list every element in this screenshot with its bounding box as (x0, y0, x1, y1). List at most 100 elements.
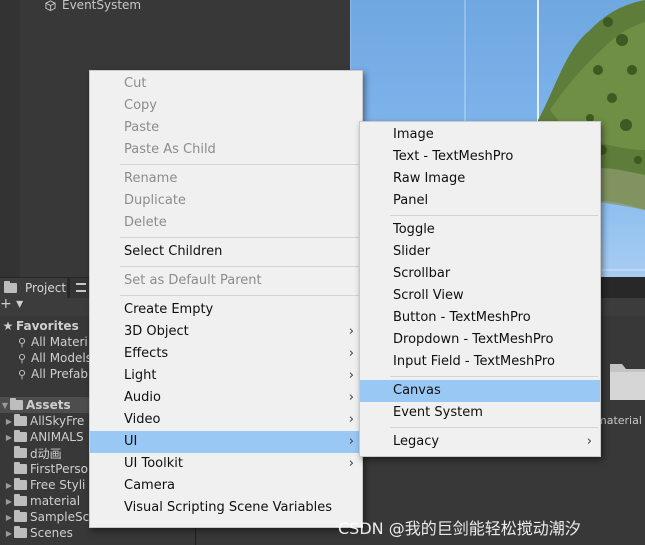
console-icon (76, 283, 86, 292)
menu-item-effects[interactable]: Effects › (90, 343, 362, 365)
favorite-item[interactable]: ⚲ All Prefab (18, 366, 88, 382)
submenu-arrow-icon: › (348, 368, 354, 383)
expand-arrow-icon[interactable]: ▶ (4, 529, 14, 538)
hierarchy-context-menu: Cut Copy Paste Paste As Child Rename Dup… (89, 70, 363, 528)
menu-separator (390, 215, 598, 216)
menu-item-paste-as-child[interactable]: Paste As Child (90, 139, 362, 161)
expand-arrow-icon[interactable]: ▶ (4, 417, 14, 426)
grid-folder-label[interactable]: material (596, 414, 642, 427)
favorite-item-label: All Materi (31, 335, 88, 349)
folder-icon (14, 430, 27, 442)
submenu-arrow-icon: › (586, 434, 592, 449)
menu-item-copy[interactable]: Copy (90, 95, 362, 117)
expand-arrow-icon[interactable]: ▶ (4, 497, 14, 506)
menu-separator (120, 295, 360, 296)
submenu-arrow-icon: › (348, 390, 354, 405)
menu-item-scroll-view[interactable]: Scroll View (360, 285, 600, 307)
menu-item-raw-image[interactable]: Raw Image (360, 168, 600, 190)
menu-item-audio[interactable]: Audio › (90, 387, 362, 409)
folder-icon (14, 462, 27, 474)
folder-icon (14, 414, 27, 426)
folder-icon (4, 281, 17, 293)
menu-item-legacy[interactable]: Legacy › (360, 431, 600, 453)
ui-submenu: Image Text - TextMeshPro Raw Image Panel… (359, 121, 601, 457)
folder-icon (14, 494, 27, 506)
menu-separator (390, 427, 598, 428)
menu-item-select-children[interactable]: Select Children (90, 241, 362, 263)
asset-folder-row[interactable]: d动画 (4, 445, 62, 461)
assets-label: Assets (26, 398, 71, 412)
menu-item-create-empty[interactable]: Create Empty (90, 299, 362, 321)
folder-icon (14, 526, 27, 538)
menu-item-event-system[interactable]: Event System (360, 402, 600, 424)
menu-item-canvas[interactable]: Canvas (360, 380, 600, 402)
asset-folder-label: Scenes (30, 526, 73, 540)
menu-item-panel[interactable]: Panel (360, 190, 600, 212)
menu-item-rename[interactable]: Rename (90, 168, 362, 190)
asset-folder-label: material (30, 494, 81, 508)
menu-separator (120, 164, 360, 165)
menu-item-scrollbar[interactable]: Scrollbar (360, 263, 600, 285)
menu-item-camera[interactable]: Camera (90, 475, 362, 497)
menu-item-toggle[interactable]: Toggle (360, 219, 600, 241)
create-dropdown-button[interactable]: + ▾ (0, 296, 23, 312)
expand-arrow-icon[interactable]: ▶ (4, 433, 14, 442)
tab-project[interactable]: Project (0, 278, 67, 298)
menu-item-dropdown-textmeshpro[interactable]: Dropdown - TextMeshPro (360, 329, 600, 351)
menu-item-image[interactable]: Image (360, 124, 600, 146)
menu-item-duplicate[interactable]: Duplicate (90, 190, 362, 212)
menu-item-light[interactable]: Light › (90, 365, 362, 387)
favorite-item-label: All Prefab (31, 367, 88, 381)
menu-separator (120, 266, 360, 267)
menu-item-ui-toolkit[interactable]: UI Toolkit › (90, 453, 362, 475)
hierarchy-item-label: EventSystem (62, 0, 142, 12)
hierarchy-gutter (0, 0, 20, 277)
menu-item-visual-scripting-scene-variables[interactable]: Visual Scripting Scene Variables (90, 497, 362, 519)
menu-item-input-field-textmeshpro[interactable]: Input Field - TextMeshPro (360, 351, 600, 373)
asset-folder-row[interactable]: ▶ material (4, 493, 80, 509)
menu-item-ui[interactable]: UI › (90, 431, 362, 453)
submenu-arrow-icon: › (348, 412, 354, 427)
asset-folder-label: d动画 (30, 446, 62, 461)
expand-arrow-icon[interactable]: ▶ (4, 513, 14, 522)
favorite-item[interactable]: ⚲ All Materi (18, 334, 88, 350)
asset-folder-label: ANIMALS (30, 430, 84, 444)
asset-folder-row[interactable]: ▶ Scenes (4, 525, 73, 541)
menu-item-paste[interactable]: Paste (90, 117, 362, 139)
folder-icon[interactable] (596, 358, 645, 400)
asset-folder-row[interactable]: ▶ AllSkyFre (4, 413, 84, 429)
watermark: CSDN @我的巨剑能轻松搅动潮汐 (338, 519, 581, 538)
tab-project-label: Project (25, 281, 67, 295)
favorite-item[interactable]: ⚲ All Models (18, 350, 92, 366)
asset-folder-label: FirstPerso (30, 462, 88, 476)
folder-icon (14, 478, 27, 490)
folder-icon (14, 446, 27, 458)
menu-item-button-textmeshpro[interactable]: Button - TextMeshPro (360, 307, 600, 329)
menu-item-set-default-parent[interactable]: Set as Default Parent (90, 270, 362, 292)
asset-folder-label: AllSkyFre (30, 414, 85, 428)
expand-arrow-icon[interactable]: ▶ (4, 481, 14, 490)
menu-item-slider[interactable]: Slider (360, 241, 600, 263)
search-icon: ⚲ (18, 367, 27, 381)
submenu-arrow-icon: › (348, 434, 354, 449)
folder-icon (14, 510, 27, 522)
asset-folder-label: Free Styli (30, 478, 86, 492)
search-icon: ⚲ (18, 351, 27, 365)
menu-item-video[interactable]: Video › (90, 409, 362, 431)
asset-folder-row[interactable]: FirstPerso (4, 461, 88, 477)
asset-folder-label: SampleSc (30, 510, 90, 524)
asset-folder-row[interactable]: ▶ SampleSc (4, 509, 89, 525)
collapse-arrow-icon[interactable]: ▼ (0, 401, 10, 410)
favorites-header[interactable]: ★ Favorites (0, 318, 79, 334)
hierarchy-item-eventsystem[interactable]: EventSystem (45, 0, 141, 13)
search-icon: ⚲ (18, 335, 27, 349)
menu-item-text-textmeshpro[interactable]: Text - TextMeshPro (360, 146, 600, 168)
asset-folder-row[interactable]: ▶ ANIMALS (4, 429, 84, 445)
menu-item-cut[interactable]: Cut (90, 73, 362, 95)
menu-separator (390, 376, 598, 377)
favorite-item-label: All Models (31, 351, 92, 365)
asset-folder-row[interactable]: ▶ Free Styli (4, 477, 85, 493)
menu-item-3d-object[interactable]: 3D Object › (90, 321, 362, 343)
folder-icon (10, 398, 23, 410)
menu-item-delete[interactable]: Delete (90, 212, 362, 234)
